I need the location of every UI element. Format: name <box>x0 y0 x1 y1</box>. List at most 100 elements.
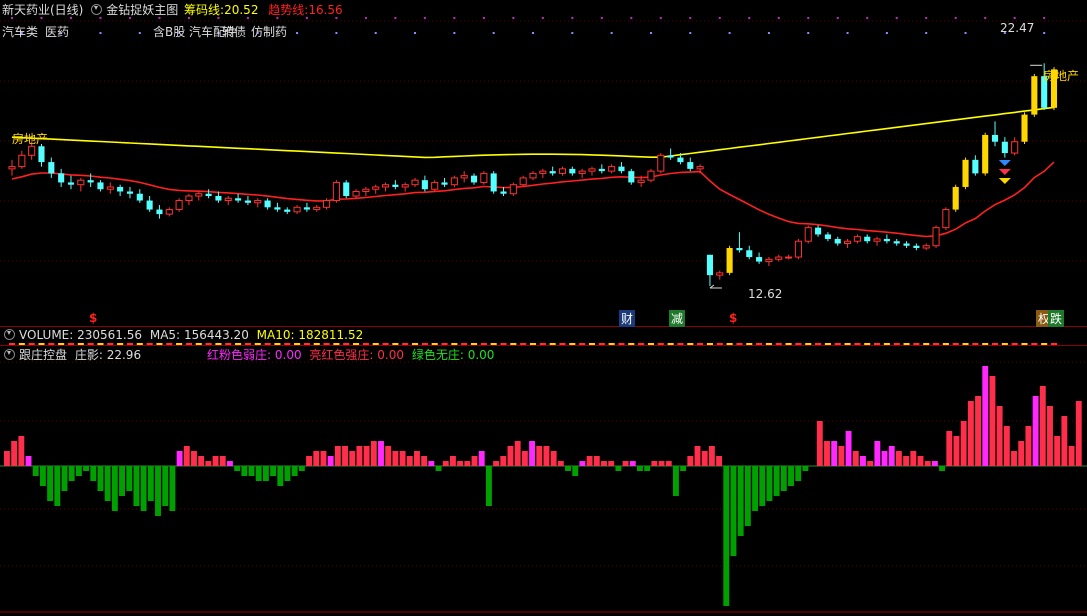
candle-body <box>48 162 55 174</box>
candle-body <box>873 238 881 242</box>
candle-body <box>362 188 370 192</box>
candle-body <box>578 170 586 174</box>
candle-body <box>677 157 684 163</box>
signal-reduce-badge[interactable]: 减 <box>669 310 686 327</box>
candle-body <box>343 182 350 196</box>
signal-dollar[interactable]: $ <box>89 311 97 325</box>
indicator-bar <box>277 466 284 486</box>
indicator-bar <box>903 456 910 466</box>
indicator-bar <box>579 461 586 466</box>
indicator-bar <box>212 456 219 466</box>
volume-menu-icon[interactable] <box>4 329 15 340</box>
dot-marker <box>246 17 249 19</box>
indicator-bar <box>780 466 787 491</box>
candle-body <box>893 241 900 244</box>
dot-marker <box>885 32 888 34</box>
pane-separator <box>0 326 1087 327</box>
candle-body <box>991 134 999 142</box>
indicator-bar <box>723 466 730 606</box>
kline-chart-canvas[interactable] <box>0 0 1087 616</box>
candle-body <box>303 207 310 210</box>
indicator-bar <box>370 441 377 466</box>
indicator-bar <box>845 431 852 466</box>
dot-marker <box>954 17 957 19</box>
candle-body <box>38 146 45 163</box>
dot-marker <box>423 17 426 19</box>
indicator-bar <box>471 456 478 466</box>
indicator-bar <box>860 456 866 466</box>
indicator-bar <box>320 451 327 466</box>
indicator-pane-menu-icon[interactable] <box>4 349 15 360</box>
indicator-bar <box>68 466 75 481</box>
dot-marker <box>305 17 308 19</box>
indicator-bar <box>32 466 39 476</box>
candle-body <box>401 184 409 188</box>
stock-title[interactable]: 新天药业(日线) <box>2 3 83 17</box>
indicator-bar <box>744 466 751 526</box>
candle-body <box>726 248 733 273</box>
indicator-bar <box>1047 406 1053 466</box>
candle-body <box>87 180 94 183</box>
dot-marker <box>335 17 338 19</box>
chip-value: 20.52 <box>224 3 259 17</box>
indicator-bar <box>1003 426 1010 466</box>
indicator-bar <box>25 456 32 466</box>
candle-body <box>746 250 753 258</box>
indicator-bar <box>838 446 845 466</box>
indicator-bar <box>248 466 255 476</box>
candle-body <box>441 182 448 185</box>
candle-body <box>146 200 153 210</box>
indicator-bar <box>536 446 543 466</box>
indicator-legend: 红粉色弱庄: 0.00 亮红色强庄: 0.00 绿色无庄: 0.00 <box>207 348 494 362</box>
indicator-name[interactable]: 金钻捉妖主图 <box>106 3 178 17</box>
candle-body <box>972 159 979 174</box>
dot-marker <box>217 17 220 19</box>
indicator-bar <box>687 456 694 466</box>
indicator-menu-icon[interactable] <box>91 4 103 15</box>
indicator-pane-name[interactable]: 跟庄控盘 <box>19 348 67 362</box>
indicator-bar <box>881 451 888 466</box>
candle-body <box>657 154 665 172</box>
dot-marker <box>807 17 810 19</box>
sector-annotation: 房地产 <box>12 132 49 146</box>
indicator-bar <box>565 466 571 471</box>
candle-body <box>519 177 527 186</box>
signal-fall-badge[interactable]: 跌 <box>1048 310 1065 327</box>
dot-marker <box>777 17 780 19</box>
indicator-bar <box>449 456 456 466</box>
indicator-bar <box>47 466 54 501</box>
indicator-bar <box>349 451 356 466</box>
indicator-bar <box>759 466 766 506</box>
indicator-bar <box>572 466 579 476</box>
indicator-bar <box>205 461 212 466</box>
candle-body <box>67 182 75 185</box>
candle-body <box>372 186 380 190</box>
dot-marker <box>374 32 377 34</box>
candle-body <box>529 172 537 179</box>
dot-marker <box>482 17 485 19</box>
candle-body <box>411 179 419 186</box>
indicator-bar <box>672 466 679 496</box>
indicator-bar <box>629 461 636 466</box>
signal-dollar[interactable]: $ <box>729 311 737 325</box>
indicator-bar <box>658 461 665 466</box>
red-value: 0.00 <box>377 348 405 362</box>
candlesticks <box>8 63 1058 286</box>
dot-marker <box>69 17 72 19</box>
candle-body <box>235 198 242 201</box>
candle-body <box>942 209 950 229</box>
indicator-bar <box>284 466 291 481</box>
indicator-bar <box>946 431 953 466</box>
signal-arrow <box>998 169 1011 175</box>
candle-body <box>323 200 331 208</box>
indicator-bar <box>665 461 672 466</box>
signal-finance-badge[interactable]: 财 <box>619 310 636 327</box>
indicator-bar <box>507 446 514 466</box>
concept-tag: 医药 <box>45 25 70 39</box>
indicator-bar <box>176 451 183 466</box>
indicator-bar <box>457 461 464 466</box>
shadow-label: 庄影: <box>74 348 103 362</box>
candle-body <box>982 134 989 174</box>
dot-marker <box>659 17 662 19</box>
candle-body <box>185 195 193 202</box>
